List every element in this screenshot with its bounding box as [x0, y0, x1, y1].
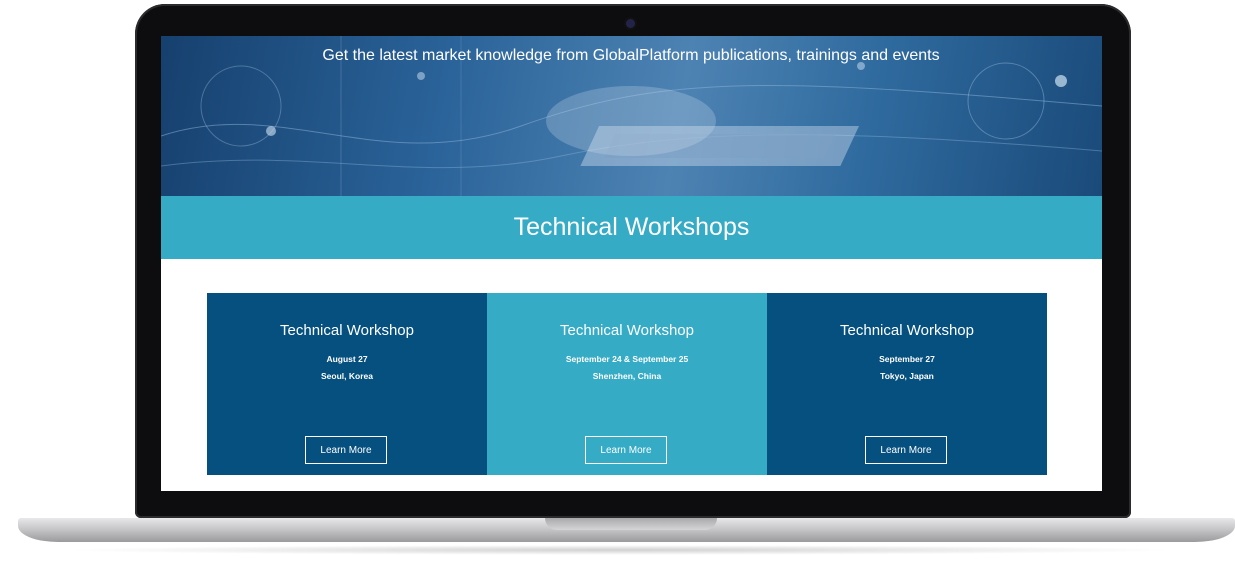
card-title: Technical Workshop — [560, 322, 694, 339]
learn-more-button[interactable]: Learn More — [865, 436, 947, 464]
card-date: September 27 — [879, 354, 935, 364]
card-location: Tokyo, Japan — [880, 371, 934, 381]
hero-tagline: Get the latest market knowledge from Glo… — [322, 47, 940, 64]
workshop-card-shenzhen: Technical Workshop September 24 & Septem… — [487, 293, 767, 475]
card-location: Shenzhen, China — [592, 371, 662, 381]
learn-more-button[interactable]: Learn More — [305, 436, 387, 464]
card-date: August 27 — [326, 354, 368, 364]
workshop-card-tokyo: Technical Workshop September 27 Tokyo, J… — [767, 293, 1047, 475]
section-title: Technical Workshops — [513, 213, 750, 241]
workshop-card-seoul: Technical Workshop August 27 Seoul, Kore… — [207, 293, 487, 475]
webcam-icon — [626, 19, 635, 28]
laptop-notch — [545, 518, 717, 530]
card-date: September 24 & September 25 — [565, 354, 689, 364]
hero-banner: Get the latest market knowledge from Glo… — [161, 36, 1102, 196]
card-title: Technical Workshop — [280, 322, 414, 339]
card-title: Technical Workshop — [840, 322, 974, 339]
learn-more-button[interactable]: Learn More — [585, 436, 667, 464]
laptop-screen: Get the latest market knowledge from Glo… — [161, 36, 1102, 491]
card-location: Seoul, Korea — [321, 371, 373, 381]
laptop-shadow — [60, 545, 1180, 555]
section-header-band: Technical Workshops — [161, 196, 1102, 259]
